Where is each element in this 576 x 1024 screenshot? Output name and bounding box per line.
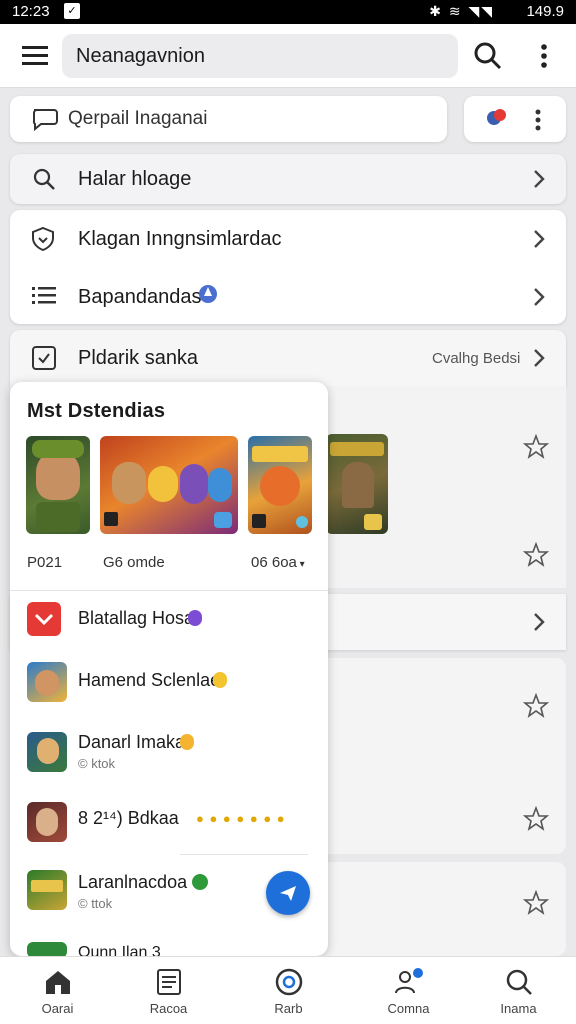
list-item-title: 8 2¹⁴) Bdkaa <box>78 808 179 828</box>
hamburger-menu-icon[interactable] <box>18 42 52 70</box>
emoji-icon <box>180 734 194 750</box>
nav-community[interactable]: Comna <box>351 957 466 1024</box>
game-app-icon <box>27 732 67 772</box>
nav-label: Comna <box>387 1001 430 1016</box>
list-item-title: Danarl Imaka <box>78 732 186 752</box>
popup-panel: Mst Dstendias P021 G6 omde 06 6oa ▾ Blat… <box>10 382 328 956</box>
list-item[interactable]: 8 2¹⁴) Bdkaa ● ● ● ● ● ● ● <box>10 796 328 846</box>
nav-search[interactable]: Inama <box>461 957 576 1024</box>
chevron-down-icon: ▾ <box>296 559 305 570</box>
list-item-sub: © ttok <box>78 896 113 911</box>
list-item-sub: © ktok <box>78 756 116 771</box>
popup-title: Mst Dstendias <box>27 400 166 422</box>
list-item[interactable]: Laranlnacdoa © ttok <box>10 864 260 920</box>
status-time: 12:23 <box>12 3 50 20</box>
star-icon[interactable] <box>523 693 549 719</box>
list-item[interactable]: Blatallag Hosa <box>10 596 328 646</box>
chevron-right-icon <box>534 170 545 188</box>
chevron-right-icon <box>534 230 545 248</box>
nav-list[interactable]: Racoa <box>111 957 226 1024</box>
list-item[interactable]: Danarl Imaka © ktok <box>10 724 328 780</box>
mail-app-icon <box>27 602 61 636</box>
list-item-bandwidth[interactable]: Bapandandas <box>10 268 566 324</box>
reaction-chip[interactable] <box>464 96 566 142</box>
send-fab-button[interactable] <box>266 871 310 915</box>
game-app-icon <box>27 662 67 702</box>
game-app-icon <box>27 870 67 910</box>
more-vert-icon[interactable] <box>530 108 546 132</box>
nav-label: Inama <box>500 1001 537 1016</box>
divider <box>10 590 328 591</box>
search-row-label: Halar hloage <box>78 168 192 190</box>
bottom-navigation: Oarai Racoa Rarb Comna Inama <box>0 956 576 1024</box>
game-thumbnail[interactable] <box>26 436 90 534</box>
search-icon[interactable] <box>470 38 506 74</box>
emoji-reactions: ● ● ● ● ● ● ● <box>196 811 286 826</box>
app-bar: Neanagavnion <box>0 24 576 88</box>
game-thumbnail[interactable] <box>248 436 312 534</box>
search-icon <box>506 969 532 995</box>
list-item-label: Bapandandas <box>78 286 202 308</box>
nav-home[interactable]: Oarai <box>0 957 115 1024</box>
list-item-security[interactable]: Klagan Inngnsimlardac <box>10 210 566 266</box>
list-item-label: Klagan Inngnsimlardac <box>78 228 282 250</box>
badge-icon <box>188 610 202 626</box>
star-icon[interactable] <box>523 434 549 460</box>
badge-icon <box>192 874 208 890</box>
list-item-title: Ounn Ilan 3 <box>78 944 161 956</box>
popup-meta-right[interactable]: 06 6oa ▾ <box>251 554 305 571</box>
list-icon <box>32 287 56 304</box>
chip-label: Qerpail Inaganai <box>68 108 208 129</box>
popup-meta-left: P021 <box>27 554 63 571</box>
chevron-right-icon <box>534 349 545 367</box>
checkbox-icon <box>32 346 56 370</box>
settings-group: Klagan Inngnsimlardac Bapandandas <box>10 210 566 324</box>
star-icon[interactable] <box>523 542 549 568</box>
game-thumbnail[interactable] <box>326 434 388 534</box>
game-app-icon <box>27 942 67 956</box>
list-item[interactable]: Hamend Sclenlae <box>10 658 328 708</box>
search-row[interactable]: Halar hloage <box>10 154 566 204</box>
nav-center[interactable]: Rarb <box>231 957 346 1024</box>
list-item-title: Hamend Sclenlae <box>78 670 221 690</box>
emoji-icon <box>213 672 227 688</box>
badge-icon <box>199 285 217 303</box>
game-thumbnail[interactable] <box>100 436 238 534</box>
checklist-label: Pldarik sanka <box>78 347 199 369</box>
nav-label: Rarb <box>274 1001 303 1016</box>
checklist-trailing: Cvalhg Bedsi <box>432 350 521 367</box>
checklist-row[interactable]: Pldarik sanka Cvalhg Bedsi <box>10 330 566 386</box>
list-item-title: Laranlnacdoa <box>78 872 188 892</box>
star-icon[interactable] <box>523 806 549 832</box>
search-icon <box>33 168 55 190</box>
people-icon <box>395 968 423 994</box>
search-field[interactable]: Neanagavnion <box>62 34 458 78</box>
game-app-icon <box>27 802 67 842</box>
document-list-icon <box>157 969 181 995</box>
disc-icon <box>275 968 303 996</box>
list-item-title: Blatallag Hosa <box>78 608 195 628</box>
battery-level: 149.9 <box>526 3 564 20</box>
star-icon[interactable] <box>523 890 549 916</box>
popup-meta-right-text: 06 6oa <box>251 554 297 571</box>
chat-bubble-icon <box>32 109 58 131</box>
popup-meta-mid: G6 omde <box>103 554 165 571</box>
chat-chip[interactable]: Qerpail Inaganai <box>10 96 447 142</box>
chevron-right-icon <box>534 288 545 306</box>
send-icon <box>280 886 296 901</box>
shield-heart-icon <box>32 226 54 252</box>
pin-reaction-icon <box>487 109 506 125</box>
list-item[interactable]: Ounn Ilan 3 <box>10 938 328 956</box>
notification-icon: ✓ <box>64 3 80 19</box>
status-bar: 12:23 ✓ ✱ ≋ ◥◥ 149.9 <box>0 0 576 24</box>
home-icon <box>46 971 70 994</box>
nav-label: Racoa <box>149 1001 188 1016</box>
nav-label: Oarai <box>41 1001 74 1016</box>
more-vert-icon[interactable] <box>530 38 558 74</box>
signal-wifi-icons: ✱ ≋ ◥◥ <box>429 3 494 19</box>
divider <box>180 854 308 855</box>
chevron-right-icon <box>534 613 545 631</box>
